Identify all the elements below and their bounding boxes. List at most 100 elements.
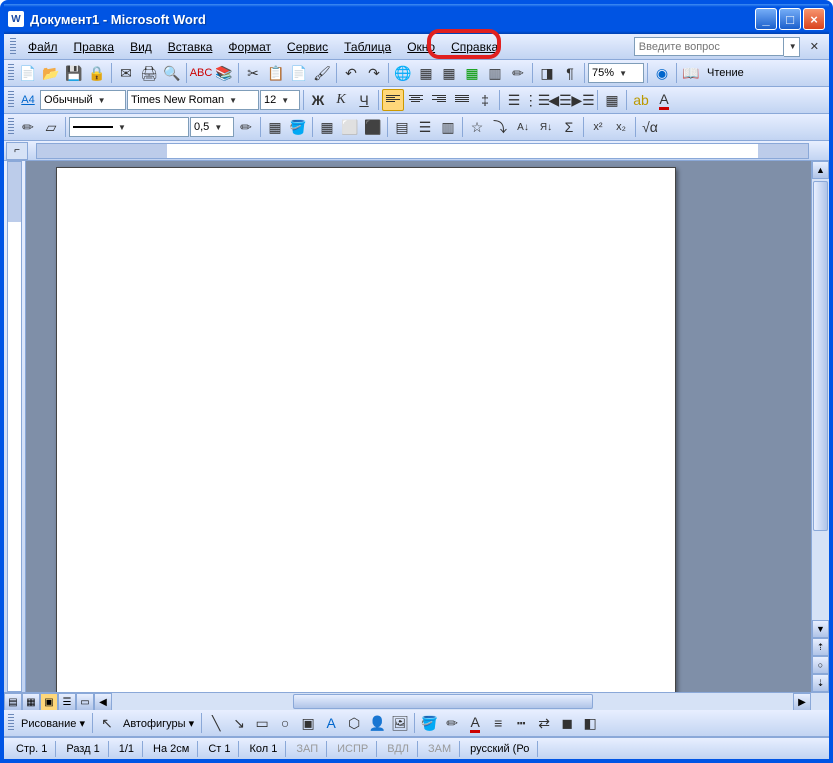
borders-icon[interactable]: ▦ (601, 89, 623, 111)
line-icon[interactable]: ╲ (205, 712, 227, 734)
scroll-up-button[interactable]: ▲ (812, 161, 829, 179)
question-input[interactable] (634, 37, 784, 56)
merge-cells-icon[interactable]: ⬜ (339, 116, 361, 138)
menu-format[interactable]: Формат (220, 37, 279, 57)
scroll-down-button[interactable]: ▼ (812, 620, 829, 638)
dash-style-icon[interactable]: ┅ (510, 712, 532, 734)
cut-icon[interactable]: ✂ (242, 62, 264, 84)
format-painter-icon[interactable]: 🖌 (311, 62, 333, 84)
picture-icon[interactable]: 🖼 (389, 712, 411, 734)
line-style-combo[interactable]: ▼ (69, 117, 189, 137)
wordart-icon[interactable]: A (320, 712, 342, 734)
columns-icon[interactable]: ▥ (484, 62, 506, 84)
decrease-indent-icon[interactable]: ◀☰ (549, 89, 571, 111)
zoom-combo[interactable]: 75%▼ (588, 63, 644, 83)
show-marks-icon[interactable]: ¶ (559, 62, 581, 84)
size-combo[interactable]: 12▼ (260, 90, 300, 110)
align-center-icon[interactable] (405, 89, 427, 111)
permissions-icon[interactable]: 🔒 (86, 62, 108, 84)
3d-icon[interactable]: ◧ (579, 712, 601, 734)
clipart-icon[interactable]: 👤 (366, 712, 388, 734)
normal-view-icon[interactable]: ▤ (4, 693, 22, 711)
superscript-icon[interactable]: x² (587, 116, 609, 138)
status-ovr[interactable]: ЗАМ (420, 741, 460, 757)
hscroll-thumb[interactable] (293, 694, 593, 709)
maximize-button[interactable]: □ (779, 8, 801, 30)
docmap-icon[interactable]: ◨ (536, 62, 558, 84)
save-icon[interactable]: 💾 (63, 62, 85, 84)
reading-label[interactable]: Чтение (703, 67, 748, 79)
line-weight-combo[interactable]: 0,5▼ (190, 117, 234, 137)
underline-button[interactable]: Ч (353, 89, 375, 111)
menu-view[interactable]: Вид (122, 37, 160, 57)
toolbar-grip[interactable] (10, 38, 16, 56)
sort-asc-icon[interactable]: A↓ (512, 116, 534, 138)
select-objects-icon[interactable]: ↖ (96, 712, 118, 734)
excel-icon[interactable]: ▦ (461, 62, 483, 84)
next-page-button[interactable]: ⇣ (812, 674, 829, 692)
border-color-icon[interactable]: ✏ (235, 116, 257, 138)
close-button[interactable]: × (803, 8, 825, 30)
horizontal-scrollbar[interactable] (113, 693, 792, 710)
status-rec[interactable]: ЗАП (288, 741, 327, 757)
scroll-right-button[interactable]: ▶ (793, 693, 811, 711)
hyperlink-icon[interactable]: 🌐 (392, 62, 414, 84)
style-combo[interactable]: Обычный▼ (40, 90, 126, 110)
subscript-icon[interactable]: x₂ (610, 116, 632, 138)
equation-icon[interactable]: √α (639, 116, 661, 138)
toolbar-grip[interactable] (8, 91, 14, 109)
outside-border-icon[interactable]: ▦ (264, 116, 286, 138)
vertical-scrollbar[interactable]: ▲ ▼ ⇡ ○ ⇣ (811, 161, 829, 692)
research-icon[interactable]: 📚 (213, 62, 235, 84)
web-view-icon[interactable]: ▦ (22, 693, 40, 711)
outline-view-icon[interactable]: ☰ (58, 693, 76, 711)
align-left-icon[interactable] (382, 89, 404, 111)
line-color-icon[interactable]: ✏ (441, 712, 463, 734)
textbox-icon[interactable]: ▣ (297, 712, 319, 734)
status-ext[interactable]: ВДЛ (379, 741, 418, 757)
align-right-icon[interactable] (428, 89, 450, 111)
spellcheck-icon[interactable]: ABC (190, 62, 212, 84)
split-cells-icon[interactable]: ⬛ (362, 116, 384, 138)
autoformat-icon[interactable]: ☆ (466, 116, 488, 138)
fill-color-icon[interactable]: 🪣 (418, 712, 440, 734)
paste-icon[interactable]: 📄 (288, 62, 310, 84)
tables-borders-icon[interactable]: ▦ (415, 62, 437, 84)
menu-edit[interactable]: Правка (66, 37, 123, 57)
status-lang[interactable]: русский (Ро (462, 741, 538, 757)
question-dropdown[interactable]: ▼ (784, 37, 800, 57)
distribute-cols-icon[interactable]: ▥ (437, 116, 459, 138)
numbering-icon[interactable]: ☰ (503, 89, 525, 111)
bullets-icon[interactable]: ⋮☰ (526, 89, 548, 111)
close-doc-button[interactable]: ✕ (806, 40, 823, 53)
bold-button[interactable]: Ж (307, 89, 329, 111)
toolbar-grip[interactable] (8, 64, 14, 82)
text-direction-icon[interactable]: ⤵ (489, 116, 511, 138)
align-justify-icon[interactable] (451, 89, 473, 111)
toolbar-grip[interactable] (8, 118, 14, 136)
status-trk[interactable]: ИСПР (329, 741, 377, 757)
autoshapes-menu[interactable]: Автофигуры ▾ (119, 717, 198, 730)
distribute-rows-icon[interactable]: ☰ (414, 116, 436, 138)
italic-button[interactable]: К (330, 89, 352, 111)
draw-table-icon[interactable]: ✏ (17, 116, 39, 138)
preview-icon[interactable]: 🔍 (161, 62, 183, 84)
font-color2-icon[interactable]: A (464, 712, 486, 734)
highlight-icon[interactable]: ab (630, 89, 652, 111)
scroll-thumb[interactable] (813, 181, 828, 531)
shading-color-icon[interactable]: 🪣 (287, 116, 309, 138)
mail-icon[interactable]: ✉ (115, 62, 137, 84)
document-area[interactable] (26, 161, 811, 692)
line-spacing-icon[interactable]: ‡ (474, 89, 496, 111)
menu-table[interactable]: Таблица (336, 37, 399, 57)
vertical-ruler[interactable] (4, 161, 26, 692)
undo-icon[interactable]: ↶ (340, 62, 362, 84)
insert-table-icon[interactable]: ▦ (438, 62, 460, 84)
minimize-button[interactable]: _ (755, 8, 777, 30)
scroll-left-button[interactable]: ◀ (94, 693, 112, 711)
redo-icon[interactable]: ↷ (363, 62, 385, 84)
menu-file[interactable]: Файл (20, 37, 66, 57)
help-icon[interactable]: ◉ (651, 62, 673, 84)
font-color-icon[interactable]: A (653, 89, 675, 111)
browse-object-button[interactable]: ○ (812, 656, 829, 674)
